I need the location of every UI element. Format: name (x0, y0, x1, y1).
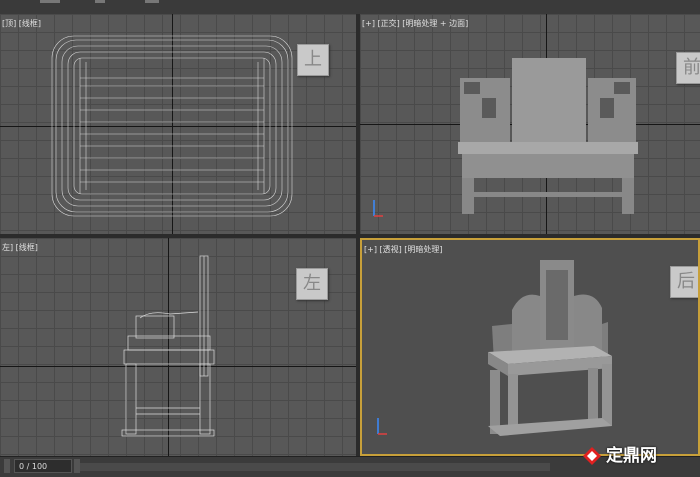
viewport-left[interactable]: 左] [线框] 左 (0, 238, 356, 456)
chair-perspective-shaded (488, 260, 612, 436)
axis-gizmo-icon (373, 200, 383, 217)
viewport-label[interactable]: [+] [正交] [明暗处理 + 边面] (362, 18, 468, 29)
watermark-logo-icon (583, 447, 601, 465)
top-menu-strip (0, 0, 700, 14)
viewcube-icon[interactable]: 左 (296, 268, 328, 300)
viewcube-icon[interactable]: 后 (670, 266, 698, 298)
timeline-prev-icon[interactable] (4, 459, 10, 473)
viewport-perspective[interactable]: [+] [透视] [明暗处理] 后 (360, 238, 700, 456)
axis-gizmo-icon (377, 418, 387, 435)
viewport-label[interactable]: [+] [透视] [明暗处理] (364, 244, 443, 255)
viewcube-icon[interactable]: 前 (676, 52, 700, 84)
viewport-divider[interactable] (0, 234, 700, 238)
viewcube-icon[interactable]: 上 (297, 44, 329, 76)
menu-dash (145, 0, 159, 3)
frame-counter[interactable]: 0 / 100 (14, 459, 72, 473)
watermark-text: 定鼎网 (606, 446, 657, 466)
viewport-front[interactable]: [+] [正交] [明暗处理 + 边面] 前 (360, 14, 700, 234)
chair-front-shaded (458, 58, 638, 214)
menu-dash (95, 0, 105, 3)
watermark: 定鼎网 (582, 441, 657, 466)
viewport-label[interactable]: 左] [线框] (2, 242, 38, 253)
menu-dash (40, 0, 60, 3)
viewport-top[interactable]: [顶] [线框] 上 (0, 14, 356, 234)
viewport-label[interactable]: [顶] [线框] (2, 18, 41, 29)
timeline-track[interactable] (80, 463, 550, 471)
